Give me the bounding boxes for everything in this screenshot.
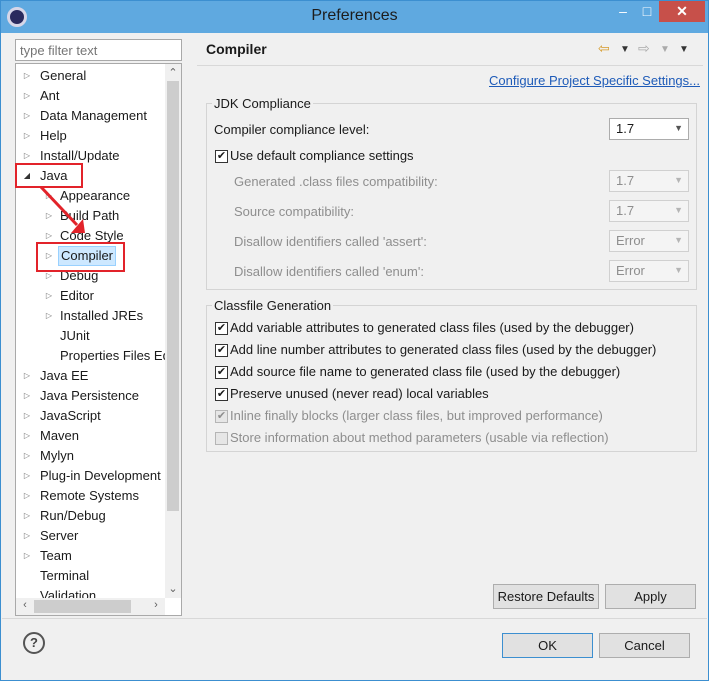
chevron-down-icon: ▼ xyxy=(674,123,683,133)
expand-icon[interactable]: ▷ xyxy=(22,126,32,146)
use-default-compliance-checkbox[interactable]: ✔ xyxy=(215,150,228,163)
restore-defaults-button[interactable]: Restore Defaults xyxy=(493,584,599,609)
enum-identifier-select[interactable]: Error ▼ xyxy=(609,260,689,282)
filter-input[interactable] xyxy=(15,39,182,61)
back-history-chevron-icon[interactable]: ▼ xyxy=(620,44,630,55)
expand-icon[interactable]: ▷ xyxy=(22,86,32,106)
header-divider xyxy=(197,65,703,66)
chevron-down-icon: ▼ xyxy=(674,235,683,245)
classfile-generation-legend: Classfile Generation xyxy=(212,298,334,313)
assert-identifier-label: Disallow identifiers called 'assert': xyxy=(234,234,427,249)
forward-history-chevron-icon[interactable]: ▼ xyxy=(660,44,670,55)
scroll-up-icon[interactable]: ⌃ xyxy=(165,66,181,79)
preference-tree: ▷ General ▷ Ant ▷ Data Management ▷ Help ▷ In… xyxy=(15,63,182,616)
store-method-parameters-checkbox[interactable] xyxy=(215,432,228,445)
forward-arrow-icon[interactable]: ⇨ xyxy=(638,40,650,57)
cancel-button[interactable]: Cancel xyxy=(599,633,690,658)
line-number-attributes-checkbox[interactable]: ✔ xyxy=(215,344,228,357)
source-file-name-label: Add source file name to generated class … xyxy=(230,364,621,379)
expand-icon[interactable]: ▷ xyxy=(22,406,32,426)
expand-icon[interactable]: ▷ xyxy=(22,506,32,526)
source-file-name-checkbox[interactable]: ✔ xyxy=(215,366,228,379)
tree-horizontal-scroll-thumb[interactable] xyxy=(34,600,131,613)
class-compat-select[interactable]: 1.7 ▼ xyxy=(609,170,689,192)
source-compat-label: Source compatibility: xyxy=(234,204,354,219)
expand-icon[interactable]: ▷ xyxy=(22,366,32,386)
maximize-button[interactable]: □ xyxy=(635,1,659,22)
use-default-compliance-label: Use default compliance settings xyxy=(230,148,414,163)
source-compat-select[interactable]: 1.7 ▼ xyxy=(609,200,689,222)
page-title: Compiler xyxy=(206,41,267,57)
variable-attributes-label: Add variable attributes to generated cla… xyxy=(230,320,634,335)
assert-identifier-select[interactable]: Error ▼ xyxy=(609,230,689,252)
expand-icon[interactable]: ▷ xyxy=(22,526,32,546)
scroll-right-icon[interactable]: › xyxy=(148,599,164,611)
expand-icon[interactable]: ▷ xyxy=(22,386,32,406)
inline-finally-checkbox[interactable]: ✔ xyxy=(215,410,228,423)
annotation-arrow-icon xyxy=(39,185,85,233)
preserve-unused-variables-checkbox[interactable]: ✔ xyxy=(215,388,228,401)
line-number-attributes-label: Add line number attributes to generated … xyxy=(230,342,657,357)
help-icon[interactable]: ? xyxy=(23,632,45,654)
jdk-compliance-legend: JDK Compliance xyxy=(212,96,313,111)
expand-icon[interactable]: ▷ xyxy=(22,66,32,86)
enum-identifier-label: Disallow identifiers called 'enum': xyxy=(234,264,424,279)
scroll-left-icon[interactable]: ‹ xyxy=(17,599,33,611)
expand-icon[interactable]: ▷ xyxy=(22,106,32,126)
expand-icon[interactable]: ▷ xyxy=(44,306,54,326)
expand-icon[interactable]: ▷ xyxy=(22,486,32,506)
back-arrow-icon[interactable]: ⇦ xyxy=(598,40,610,57)
chevron-down-icon: ▼ xyxy=(674,205,683,215)
preserve-unused-variables-label: Preserve unused (never read) local varia… xyxy=(230,386,489,401)
expand-icon[interactable]: ▷ xyxy=(22,466,32,486)
chevron-down-icon: ▼ xyxy=(674,265,683,275)
store-method-parameters-label: Store information about method parameter… xyxy=(230,430,609,445)
class-compat-label: Generated .class files compatibility: xyxy=(234,174,438,189)
variable-attributes-checkbox[interactable]: ✔ xyxy=(215,322,228,335)
tree-vertical-scroll-thumb[interactable] xyxy=(167,81,179,511)
ok-button[interactable]: OK xyxy=(502,633,593,658)
configure-project-settings-link[interactable]: Configure Project Specific Settings... xyxy=(489,73,700,88)
preferences-window: Preferences – □ ✕ ▷General ▷Ant ▷Data Ma… xyxy=(0,0,709,681)
inline-finally-label: Inline finally blocks (larger class file… xyxy=(230,408,603,423)
expand-icon[interactable]: ▷ xyxy=(22,426,32,446)
chevron-down-icon: ▼ xyxy=(674,175,683,185)
title-bar: Preferences – □ ✕ xyxy=(1,1,708,33)
apply-button[interactable]: Apply xyxy=(605,584,696,609)
window-title: Preferences xyxy=(311,7,398,24)
expand-icon[interactable]: ▷ xyxy=(22,446,32,466)
minimize-button[interactable]: – xyxy=(611,1,635,22)
footer-divider xyxy=(2,618,707,619)
expand-icon[interactable]: ▷ xyxy=(44,286,54,306)
compliance-level-label: Compiler compliance level: xyxy=(214,122,370,137)
scroll-down-icon[interactable]: ⌄ xyxy=(165,582,181,595)
view-menu-icon[interactable]: ▼ xyxy=(679,44,689,55)
close-button[interactable]: ✕ xyxy=(659,1,705,22)
compliance-level-select[interactable]: 1.7 ▼ xyxy=(609,118,689,140)
expand-icon[interactable]: ▷ xyxy=(22,546,32,566)
